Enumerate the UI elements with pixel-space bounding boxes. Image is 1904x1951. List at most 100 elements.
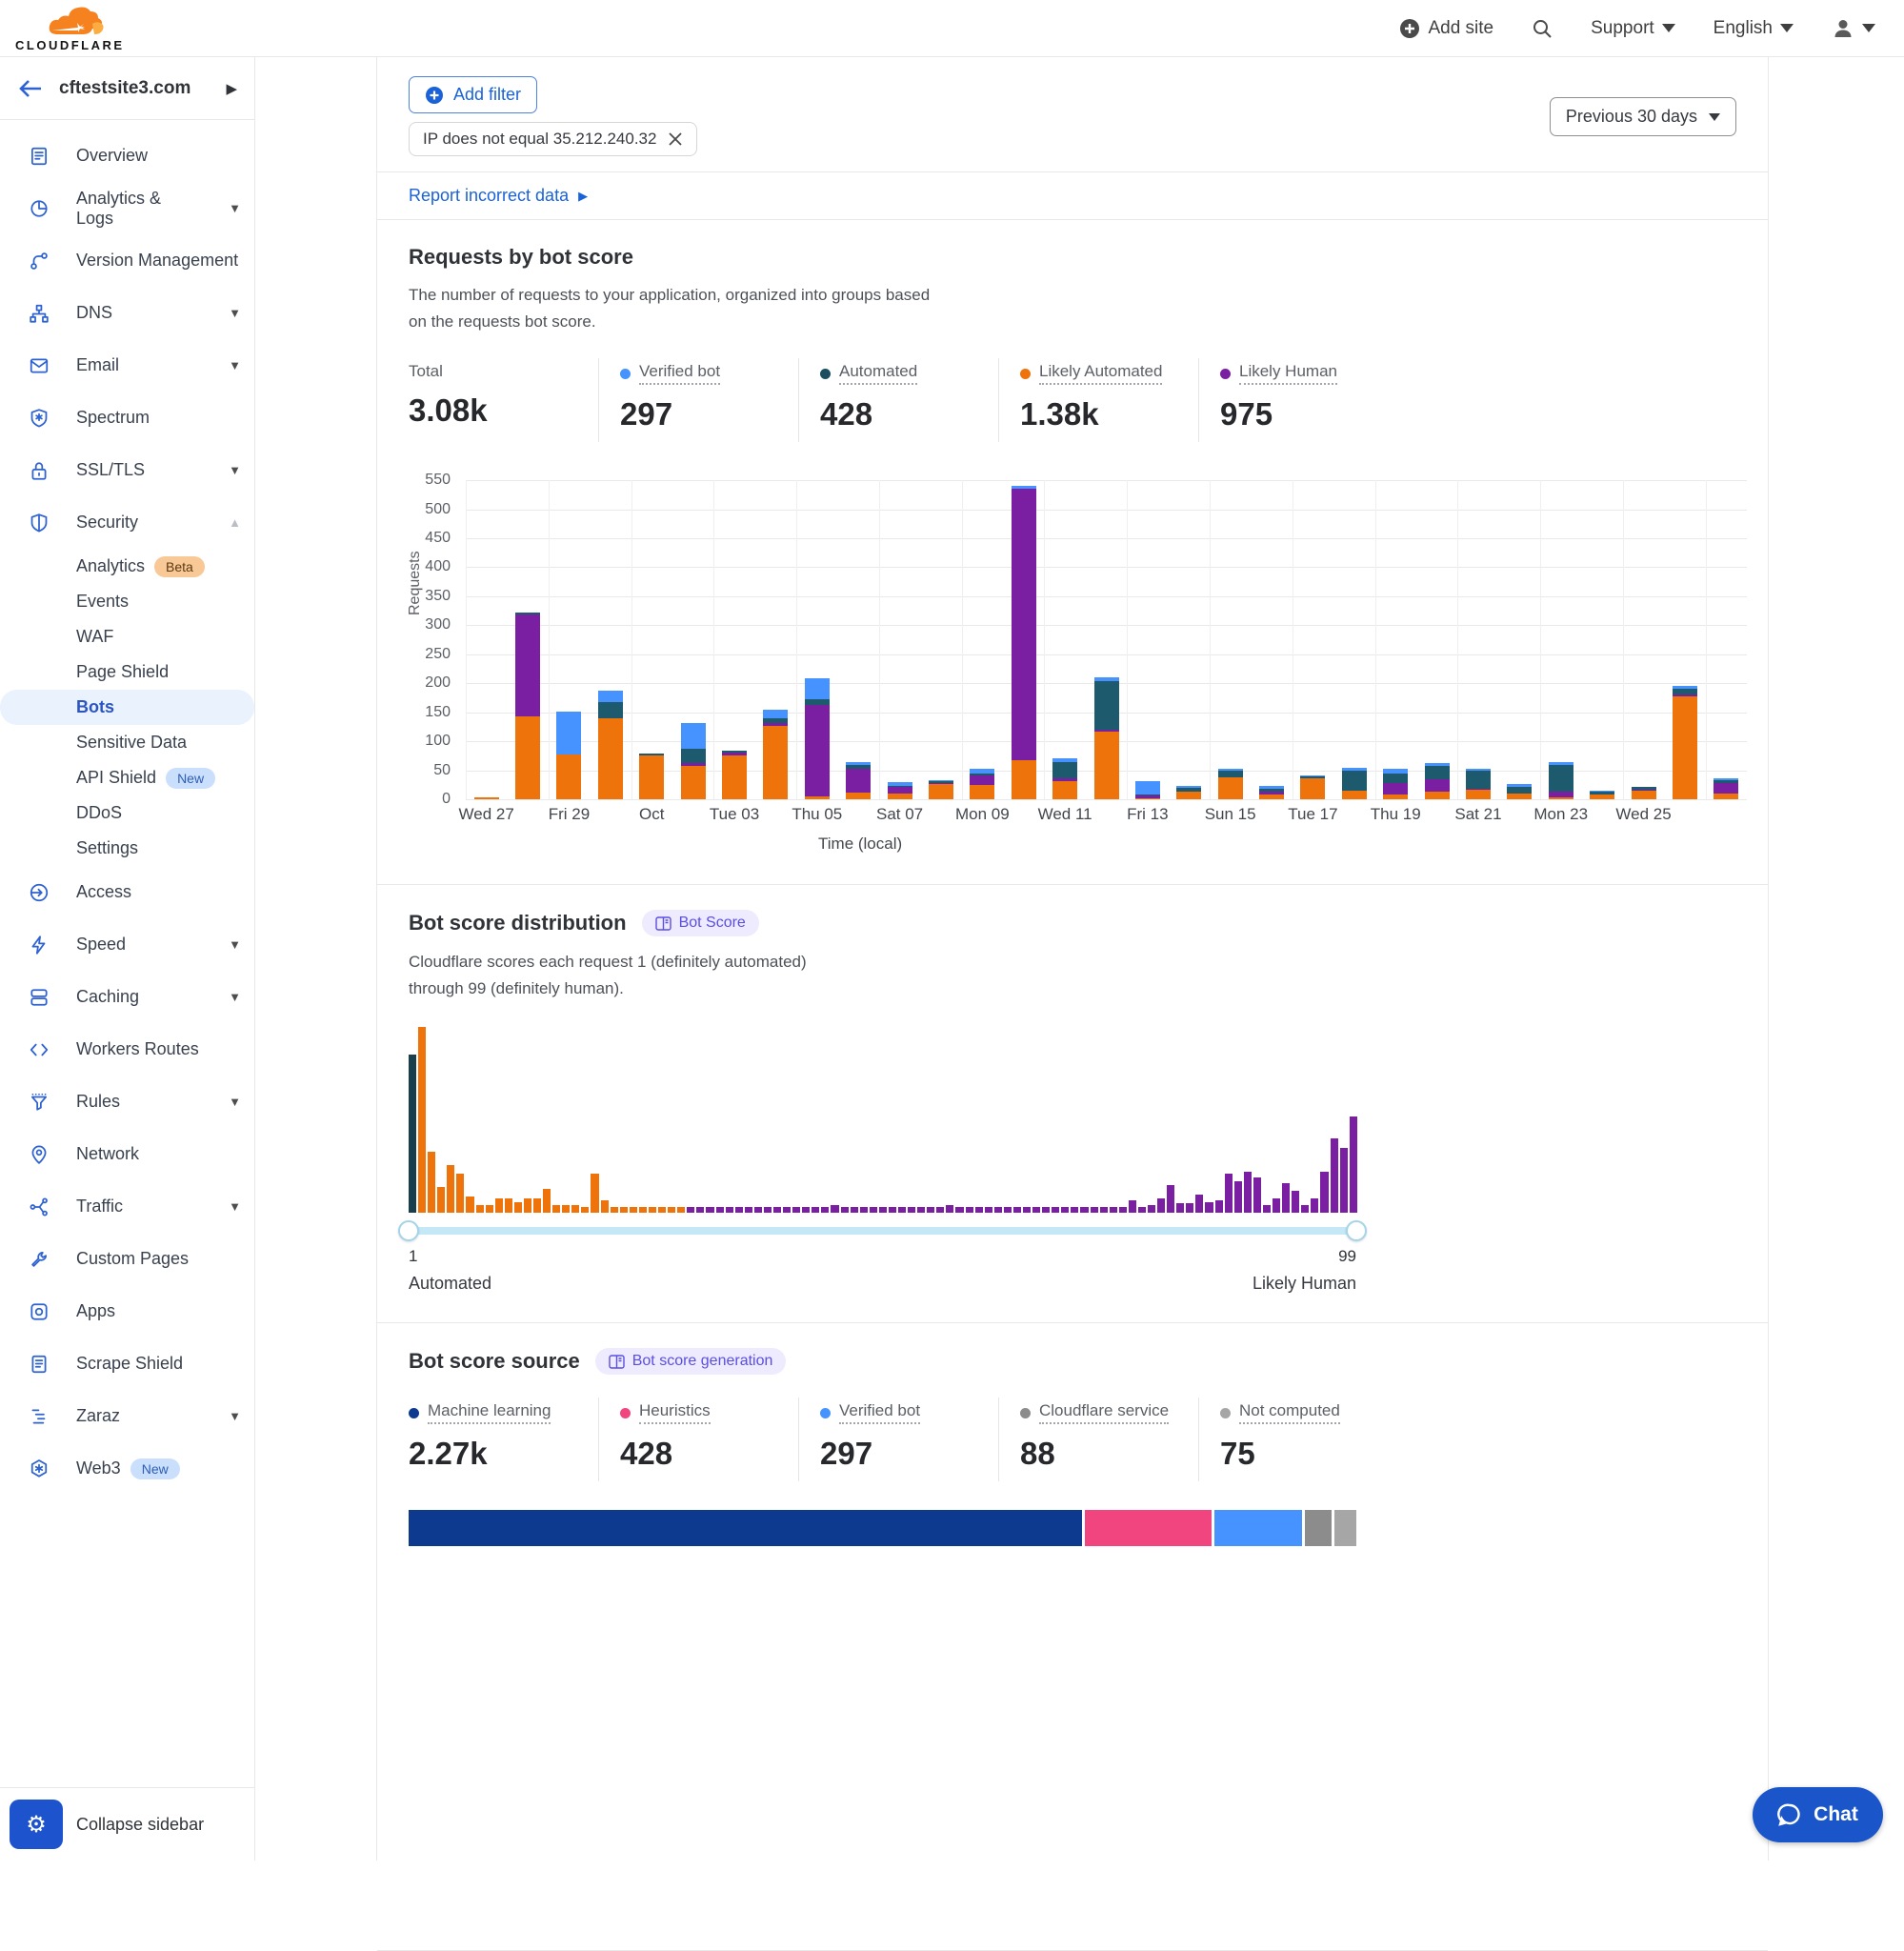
sidebar-item-security[interactable]: Security▲ xyxy=(0,496,254,549)
sidebar-item-apps[interactable]: Apps xyxy=(0,1285,254,1338)
sidebar-item-web3[interactable]: Web3New xyxy=(0,1442,254,1495)
sidebar-item-page-shield[interactable]: Page Shield xyxy=(0,654,254,690)
sidebar-item-email[interactable]: Email▼ xyxy=(0,339,254,392)
stat-likely-automated: Likely Automated1.38k xyxy=(998,358,1198,442)
sidebar-item-settings[interactable]: Settings xyxy=(0,831,254,866)
histogram-bar xyxy=(1225,1174,1233,1213)
stacked-bar xyxy=(1218,769,1243,799)
sidebar-item-api-shield[interactable]: API ShieldNew xyxy=(0,760,254,795)
gear-button[interactable]: ⚙ xyxy=(10,1800,63,1849)
sidebar-item-bots[interactable]: Bots xyxy=(0,690,254,725)
histogram-bar xyxy=(524,1198,531,1214)
histogram-bar xyxy=(466,1197,473,1214)
stat-label[interactable]: Not computed xyxy=(1220,1401,1340,1424)
bar-segment xyxy=(1218,771,1243,777)
filter-bar: Add filter IP does not equal 35.212.240.… xyxy=(409,57,1736,171)
histogram-bar xyxy=(841,1207,849,1213)
source-bar-segment-verified-bot xyxy=(1214,1510,1302,1546)
stat-label[interactable]: Machine learning xyxy=(409,1401,551,1424)
stat-label[interactable]: Verified bot xyxy=(620,362,720,385)
source-stacked-bar xyxy=(409,1510,1356,1546)
stat-label[interactable]: Cloudflare service xyxy=(1020,1401,1169,1424)
slider-track[interactable] xyxy=(409,1227,1356,1235)
sidebar-item-waf[interactable]: WAF xyxy=(0,619,254,654)
speed-icon xyxy=(29,935,50,955)
sidebar-item-rules[interactable]: Rules▼ xyxy=(0,1076,254,1128)
histogram-bar xyxy=(936,1207,944,1213)
report-incorrect-data-link[interactable]: Report incorrect data ▶ xyxy=(409,186,588,206)
sidebar-item-version-management[interactable]: Version Management xyxy=(0,234,254,287)
stacked-bar xyxy=(1094,677,1119,799)
user-menu[interactable] xyxy=(1832,17,1875,40)
gridline xyxy=(1375,480,1376,799)
sidebar-item-label: Overview xyxy=(76,146,148,166)
sidebar-item-analytics[interactable]: AnalyticsBeta xyxy=(0,549,254,584)
bar-segment xyxy=(1466,790,1491,799)
sidebar-item-ddos[interactable]: DDoS xyxy=(0,795,254,831)
cloudflare-logo[interactable]: CLOUDFLARE xyxy=(15,6,125,51)
chat-button[interactable]: Chat xyxy=(1753,1787,1883,1842)
gridline xyxy=(466,480,1747,481)
x-tick-label: Tue 17 xyxy=(1270,805,1355,824)
stat-label[interactable]: Likely Human xyxy=(1220,362,1337,385)
histogram-bar xyxy=(514,1202,522,1214)
stat-label[interactable]: Verified bot xyxy=(820,1401,920,1424)
site-selector[interactable]: cftestsite3.com ▶ xyxy=(0,57,254,120)
search-icon[interactable] xyxy=(1532,18,1553,39)
support-menu[interactable]: Support xyxy=(1591,18,1675,39)
bar-segment xyxy=(846,793,871,799)
sidebar-item-network[interactable]: Network xyxy=(0,1128,254,1180)
sidebar-item-spectrum[interactable]: Spectrum xyxy=(0,392,254,444)
sidebar-item-analytics-logs[interactable]: Analytics & Logs▼ xyxy=(0,182,254,234)
stat-label[interactable]: Heuristics xyxy=(620,1401,711,1424)
source-bar-segment-heuristics xyxy=(1085,1510,1212,1546)
y-tick-label: 200 xyxy=(409,674,451,692)
stat-label[interactable]: Likely Automated xyxy=(1020,362,1162,385)
histogram-bar xyxy=(591,1174,598,1213)
back-arrow-icon[interactable] xyxy=(19,79,42,98)
sidebar-item-events[interactable]: Events xyxy=(0,584,254,619)
sidebar-item-label: WAF xyxy=(76,627,113,647)
language-menu[interactable]: English xyxy=(1714,18,1794,39)
sidebar-item-workers-routes[interactable]: Workers Routes xyxy=(0,1023,254,1076)
stat-label[interactable]: Automated xyxy=(820,362,917,385)
histogram-bar xyxy=(658,1207,666,1213)
sidebar-item-dns[interactable]: DNS▼ xyxy=(0,287,254,339)
sidebar-item-access[interactable]: Access xyxy=(0,866,254,918)
bar-segment xyxy=(681,766,706,799)
histogram-bar xyxy=(1186,1203,1193,1213)
bot-score-badge[interactable]: Bot Score xyxy=(642,910,759,936)
filter-chip-close-icon[interactable] xyxy=(668,131,683,147)
x-tick-label: Mon 09 xyxy=(939,805,1025,824)
bar-segment xyxy=(1507,794,1532,799)
sidebar-item-ssl-tls[interactable]: SSL/TLS▼ xyxy=(0,444,254,496)
slider-handle-min[interactable] xyxy=(398,1220,419,1241)
ssl-icon xyxy=(29,460,50,481)
sidebar-item-sensitive-data[interactable]: Sensitive Data xyxy=(0,725,254,760)
add-site-button[interactable]: Add site xyxy=(1399,18,1493,39)
bot-score-generation-badge[interactable]: Bot score generation xyxy=(595,1348,787,1375)
x-tick-label: Wed 11 xyxy=(1022,805,1108,824)
slider-handle-max[interactable] xyxy=(1346,1220,1367,1241)
sidebar-item-caching[interactable]: Caching▼ xyxy=(0,971,254,1023)
date-range-selector[interactable]: Previous 30 days xyxy=(1550,97,1736,136)
bar-segment xyxy=(805,705,830,796)
gridline xyxy=(1127,480,1128,799)
stat-automated: Automated428 xyxy=(798,358,998,442)
sidebar-item-zaraz[interactable]: Zaraz▼ xyxy=(0,1390,254,1442)
sidebar-item-overview[interactable]: Overview xyxy=(0,130,254,182)
filter-chip[interactable]: IP does not equal 35.212.240.32 xyxy=(409,122,697,156)
sidebar-item-traffic[interactable]: Traffic▼ xyxy=(0,1180,254,1233)
histogram-bar xyxy=(1023,1207,1031,1213)
sidebar-item-scrape-shield[interactable]: Scrape Shield xyxy=(0,1338,254,1390)
legend-dot-icon xyxy=(820,369,831,379)
chevron-down-icon: ▼ xyxy=(229,990,241,1004)
sidebar-item-speed[interactable]: Speed▼ xyxy=(0,918,254,971)
gridline xyxy=(466,654,1747,655)
collapse-sidebar-button[interactable]: Collapse sidebar xyxy=(76,1815,204,1835)
sidebar-item-custom-pages[interactable]: Custom Pages xyxy=(0,1233,254,1285)
gridline xyxy=(796,480,797,799)
stat-value: 88 xyxy=(1020,1436,1198,1472)
add-filter-button[interactable]: Add filter xyxy=(409,76,537,113)
histogram-bar xyxy=(860,1207,868,1213)
